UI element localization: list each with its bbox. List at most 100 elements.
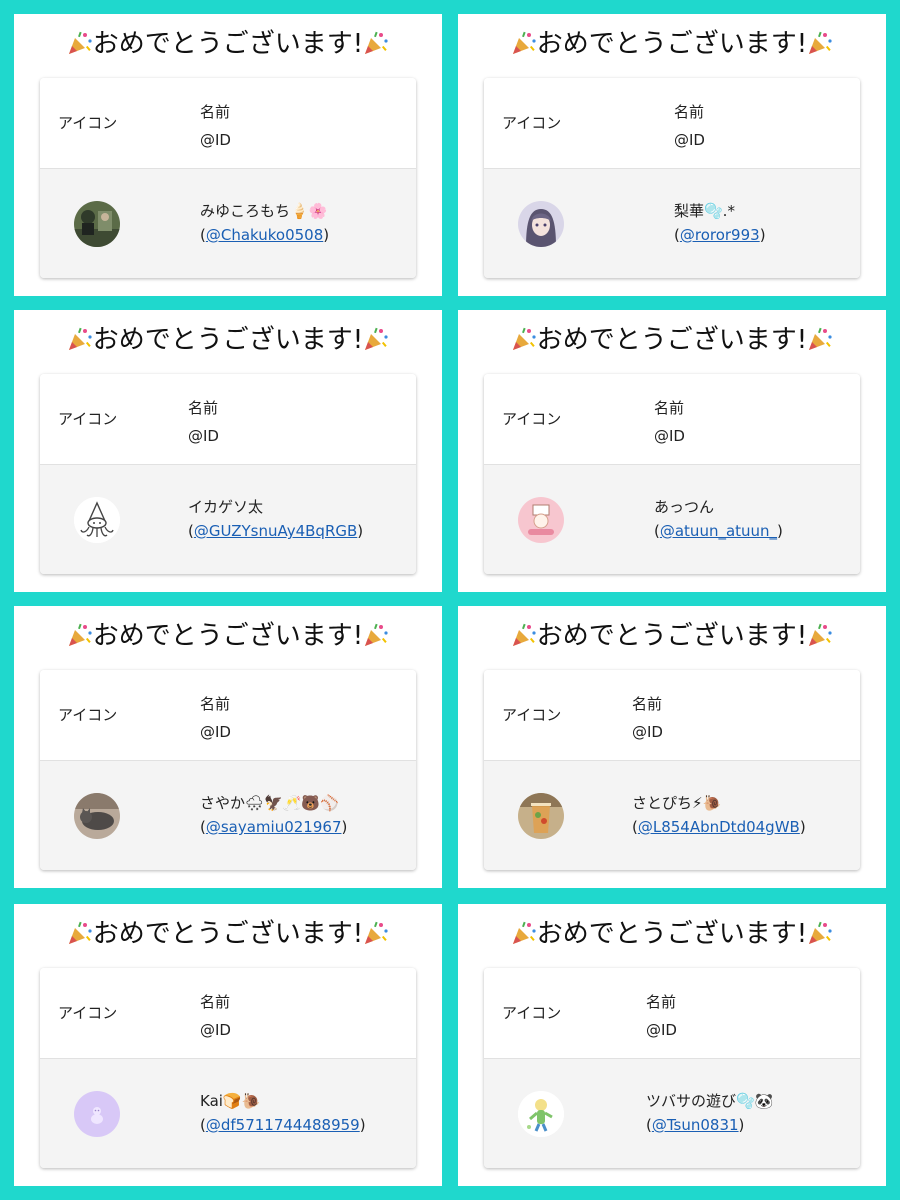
table-header: アイコン 名前 @ID (484, 374, 860, 465)
winner-table: アイコン 名前 @ID あっつん (@atuun_atuun_) (484, 374, 860, 574)
column-header-name: 名前 @ID (646, 988, 677, 1044)
table-row: イカゲソ太 (@GUZYsnuAy4BqRGB) (40, 465, 416, 574)
winner-panel: おめでとうございます! アイコン 名前 @ID さやか🌨🦅🥂🐻⚾ (@sayam… (14, 606, 442, 888)
column-header-icon: アイコン (58, 706, 118, 724)
panel-title: おめでとうございます! (484, 28, 860, 60)
header-name-label: 名前 (674, 103, 705, 121)
column-header-name: 名前 @ID (200, 690, 231, 746)
winner-info: ツバサの遊び🫧🐼 (@Tsun0831) (646, 1089, 773, 1137)
party-popper-icon (807, 622, 833, 648)
header-id-label: @ID (646, 1021, 677, 1039)
table-header: アイコン 名前 @ID (40, 670, 416, 761)
panel-title: おめでとうございます! (40, 28, 416, 60)
column-header-icon: アイコン (58, 410, 118, 428)
winner-name: ツバサの遊び🫧🐼 (646, 1092, 774, 1110)
winner-name: さやか🌨🦅🥂🐻⚾ (200, 794, 339, 812)
winner-handle-wrap: (@GUZYsnuAy4BqRGB) (188, 522, 364, 540)
winner-handle-link[interactable]: @GUZYsnuAy4BqRGB (194, 522, 357, 540)
drink-photo-avatar-icon (518, 793, 564, 839)
winner-name: イカゲソ太 (188, 498, 264, 516)
winner-handle-wrap: (@Tsun0831) (646, 1116, 745, 1134)
winner-name: あっつん (654, 498, 715, 516)
character-avatar-icon (518, 1091, 564, 1137)
header-id-label: @ID (200, 131, 231, 149)
table-row: ツバサの遊び🫧🐼 (@Tsun0831) (484, 1059, 860, 1168)
winner-info: あっつん (@atuun_atuun_) (654, 495, 783, 543)
panel-title: おめでとうございます! (40, 918, 416, 950)
panel-title: おめでとうございます! (484, 620, 860, 652)
winner-panel: おめでとうございます! アイコン 名前 @ID さとぴち⚡🐌 (@L854Abn… (458, 606, 886, 888)
winner-handle-link[interactable]: @atuun_atuun_ (660, 522, 777, 540)
party-popper-icon (363, 622, 389, 648)
table-header: アイコン 名前 @ID (484, 968, 860, 1059)
party-popper-icon (67, 30, 93, 56)
column-header-name: 名前 @ID (654, 394, 685, 450)
header-name-label: 名前 (200, 103, 231, 121)
party-popper-icon (363, 30, 389, 56)
squid-avatar-icon (74, 497, 120, 543)
winner-table: アイコン 名前 @ID みゆころもち🍦🌸 (@Chakuko0508) (40, 78, 416, 278)
panel-title: おめでとうございます! (40, 620, 416, 652)
header-name-label: 名前 (654, 399, 685, 417)
header-name-label: 名前 (200, 695, 231, 713)
column-header-icon: アイコン (502, 1004, 562, 1022)
winner-info: みゆころもち🍦🌸 (@Chakuko0508) (200, 199, 329, 247)
winner-handle-wrap: (@df5711744488959) (200, 1116, 366, 1134)
winner-panel: おめでとうございます! アイコン 名前 @ID Kai🍞🐌 (@df571174… (14, 904, 442, 1186)
winner-handle-wrap: (@atuun_atuun_) (654, 522, 783, 540)
column-header-icon: アイコン (58, 1004, 118, 1022)
winner-panel: おめでとうございます! アイコン 名前 @ID イカゲソ太 (@GUZYsnuA… (14, 310, 442, 592)
congratulations-grid: おめでとうございます! アイコン 名前 @ID みゆころもち🍦🌸 (@Chaku… (0, 0, 900, 1200)
winner-handle-link[interactable]: @roror993 (680, 226, 760, 244)
party-popper-icon (67, 622, 93, 648)
winner-info: Kai🍞🐌 (@df5711744488959) (200, 1089, 366, 1137)
winner-panel: おめでとうございます! アイコン 名前 @ID ツバサの遊び🫧🐼 (@Tsun0… (458, 904, 886, 1186)
header-name-label: 名前 (632, 695, 663, 713)
winner-name: さとぴち⚡🐌 (632, 794, 722, 812)
winner-handle-link[interactable]: @Chakuko0508 (206, 226, 323, 244)
table-header: アイコン 名前 @ID (484, 670, 860, 761)
party-popper-icon (363, 326, 389, 352)
column-header-name: 名前 @ID (674, 98, 705, 154)
header-name-label: 名前 (188, 399, 219, 417)
winner-table: アイコン 名前 @ID さとぴち⚡🐌 (@L854AbnDtd04gWB) (484, 670, 860, 870)
column-header-icon: アイコン (502, 410, 562, 428)
header-name-label: 名前 (646, 993, 677, 1011)
winner-info: さとぴち⚡🐌 (@L854AbnDtd04gWB) (632, 791, 806, 839)
header-id-label: @ID (654, 427, 685, 445)
party-popper-icon (67, 920, 93, 946)
winner-table: アイコン 名前 @ID 梨華🫧.* (@roror993) (484, 78, 860, 278)
column-header-icon: アイコン (502, 114, 562, 132)
header-id-label: @ID (200, 1021, 231, 1039)
winner-handle-wrap: (@sayamiu021967) (200, 818, 348, 836)
panel-title: おめでとうございます! (484, 918, 860, 950)
winner-handle-link[interactable]: @df5711744488959 (206, 1116, 360, 1134)
winner-name: Kai🍞🐌 (200, 1092, 261, 1110)
winner-handle-link[interactable]: @sayamiu021967 (206, 818, 342, 836)
winner-name: みゆころもち🍦🌸 (200, 202, 328, 220)
table-header: アイコン 名前 @ID (40, 968, 416, 1059)
winner-handle-link[interactable]: @Tsun0831 (652, 1116, 739, 1134)
header-name-label: 名前 (200, 993, 231, 1011)
winner-name: 梨華🫧.* (674, 202, 735, 220)
panel-title: おめでとうございます! (40, 324, 416, 356)
winner-handle-link[interactable]: @L854AbnDtd04gWB (638, 818, 800, 836)
table-header: アイコン 名前 @ID (484, 78, 860, 169)
column-header-name: 名前 @ID (200, 98, 231, 154)
winner-handle-wrap: (@L854AbnDtd04gWB) (632, 818, 806, 836)
party-popper-icon (807, 30, 833, 56)
column-header-name: 名前 @ID (188, 394, 219, 450)
column-header-name: 名前 @ID (632, 690, 663, 746)
cat-photo-avatar-icon (74, 793, 120, 839)
column-header-name: 名前 @ID (200, 988, 231, 1044)
party-popper-icon (67, 326, 93, 352)
column-header-icon: アイコン (502, 706, 562, 724)
winner-panel: おめでとうございます! アイコン 名前 @ID あっつん (@atuun_atu… (458, 310, 886, 592)
table-row: あっつん (@atuun_atuun_) (484, 465, 860, 574)
winner-info: イカゲソ太 (@GUZYsnuAy4BqRGB) (188, 495, 363, 543)
table-row: さやか🌨🦅🥂🐻⚾ (@sayamiu021967) (40, 761, 416, 870)
winner-table: アイコン 名前 @ID イカゲソ太 (@GUZYsnuAy4BqRGB) (40, 374, 416, 574)
party-popper-icon (807, 920, 833, 946)
column-header-icon: アイコン (58, 114, 118, 132)
panel-title: おめでとうございます! (484, 324, 860, 356)
